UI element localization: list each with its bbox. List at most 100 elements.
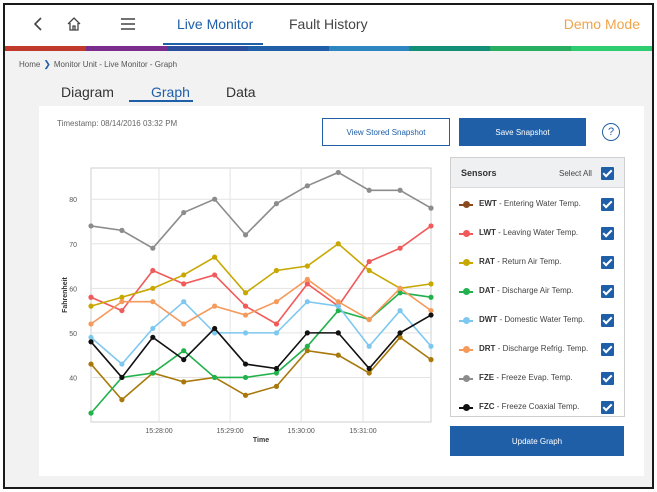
sensor-checkbox[interactable] — [601, 401, 614, 414]
data-point-rat — [304, 263, 310, 269]
data-point-fze — [428, 205, 434, 211]
plot-area — [90, 167, 432, 423]
data-point-rat — [119, 294, 125, 300]
graph-panel: Timestamp: 08/14/2016 03:32 PM View Stor… — [39, 106, 644, 476]
breadcrumb-home[interactable]: Home — [19, 60, 40, 69]
tab-fault-history[interactable]: Fault History — [289, 16, 368, 32]
sensor-checkbox[interactable] — [601, 198, 614, 211]
data-point-fze — [242, 232, 249, 238]
data-point-dwt — [428, 343, 434, 349]
help-icon[interactable]: ? — [602, 123, 620, 141]
data-point-dat — [88, 410, 94, 416]
app-window: Live Monitor Fault History Demo Mode Hom… — [3, 3, 654, 489]
sensor-label: LWT - Leaving Water Temp. — [479, 228, 579, 237]
subtab-diagram[interactable]: Diagram — [61, 84, 114, 100]
active-subtab-indicator — [129, 100, 193, 102]
sensor-checkbox[interactable] — [601, 343, 614, 356]
data-point-ewt — [428, 357, 434, 363]
data-point-drt — [397, 285, 403, 291]
data-point-fze — [366, 187, 372, 193]
sensor-row-rat[interactable]: RAT - Return Air Temp. — [451, 249, 624, 275]
data-point-rat — [150, 285, 156, 291]
sensors-panel: Sensors Select All EWT - Entering Water … — [450, 157, 625, 417]
sensor-label: DRT - Discharge Refrig. Temp. — [479, 344, 589, 353]
sensor-row-dwt[interactable]: DWT - Domestic Water Temp. — [451, 307, 624, 333]
data-point-dat — [273, 370, 280, 376]
hamburger-menu-icon[interactable] — [117, 13, 139, 35]
data-point-ewt — [335, 352, 341, 358]
data-point-fzc — [242, 361, 249, 367]
sensor-label: RAT - Return Air Temp. — [479, 257, 562, 266]
sensor-checkbox[interactable] — [601, 256, 614, 269]
data-point-rat — [366, 267, 372, 274]
data-point-drt — [428, 307, 434, 314]
sensor-row-dat[interactable]: DAT - Discharge Air Temp. — [451, 278, 624, 304]
subtab-data[interactable]: Data — [226, 84, 256, 100]
sensor-checkbox[interactable] — [601, 372, 614, 385]
sensor-checkbox[interactable] — [601, 285, 614, 298]
x-tick-label: 15:30:00 — [288, 428, 315, 435]
save-snapshot-button[interactable]: Save Snapshot — [459, 118, 586, 146]
data-point-fzc — [150, 334, 156, 340]
view-stored-snapshot-button[interactable]: View Stored Snapshot — [322, 118, 450, 146]
series-dot-swatch — [463, 317, 470, 324]
sensors-header: Sensors Select All — [451, 158, 624, 188]
sensor-row-ewt[interactable]: EWT - Entering Water Temp. — [451, 191, 624, 217]
timestamp: Timestamp: 08/14/2016 03:32 PM — [57, 119, 178, 128]
sensor-checkbox[interactable] — [601, 314, 614, 327]
data-point-fze — [181, 209, 187, 216]
data-point-lwt — [88, 294, 94, 300]
data-point-fzc — [88, 339, 94, 345]
main-content: Home ❯ Monitor Unit - Live Monitor - Gra… — [5, 51, 652, 487]
sensor-label: DWT - Domestic Water Temp. — [479, 315, 585, 324]
series-dot-swatch — [463, 375, 470, 382]
tab-live-monitor[interactable]: Live Monitor — [177, 16, 253, 32]
chevron-right-icon: ❯ — [43, 59, 51, 69]
x-tick-label: 15:28:00 — [145, 428, 172, 435]
data-point-rat — [212, 254, 218, 260]
sensor-checkbox[interactable] — [601, 227, 614, 240]
y-axis-label: Fahrenheit — [62, 276, 69, 312]
data-point-fze — [150, 245, 156, 251]
data-point-ewt — [181, 379, 187, 385]
data-point-fze — [304, 183, 310, 189]
subtab-graph[interactable]: Graph — [151, 84, 190, 100]
data-point-drt — [273, 299, 280, 305]
data-point-ewt — [366, 370, 372, 376]
sensor-row-fzc[interactable]: FZC - Freeze Coaxial Temp. — [451, 394, 624, 420]
sensor-label: EWT - Entering Water Temp. — [479, 199, 581, 208]
sensor-row-drt[interactable]: DRT - Discharge Refrig. Temp. — [451, 336, 624, 362]
data-point-rat — [181, 272, 187, 278]
data-point-fze — [212, 196, 218, 202]
sensor-label: FZE - Freeze Evap. Temp. — [479, 373, 573, 382]
demo-mode-label[interactable]: Demo Mode — [564, 16, 640, 32]
data-point-dat — [304, 343, 310, 349]
chevron-left-icon[interactable] — [27, 13, 49, 35]
data-point-fzc — [273, 365, 280, 372]
data-point-dwt — [304, 299, 310, 305]
select-all-checkbox[interactable] — [601, 167, 614, 180]
sensor-row-fze[interactable]: FZE - Freeze Evap. Temp. — [451, 365, 624, 391]
sensor-row-lwt[interactable]: LWT - Leaving Water Temp. — [451, 220, 624, 246]
series-dot-swatch — [463, 230, 470, 237]
data-point-dwt — [150, 325, 156, 332]
data-point-drt — [335, 299, 341, 305]
data-point-lwt — [181, 281, 187, 287]
update-graph-button[interactable]: Update Graph — [450, 426, 624, 456]
data-point-fze — [397, 187, 403, 193]
data-point-dat — [242, 374, 249, 381]
sensor-label: FZC - Freeze Coaxial Temp. — [479, 402, 580, 411]
data-point-fzc — [119, 374, 125, 381]
breadcrumb-path: Monitor Unit - Live Monitor - Graph — [53, 60, 178, 69]
y-tick-label: 50 — [69, 331, 77, 338]
select-all-label: Select All — [559, 169, 592, 178]
home-icon[interactable] — [63, 13, 85, 35]
data-point-drt — [181, 321, 187, 327]
data-point-lwt — [304, 281, 310, 287]
x-tick-label: 15:29:00 — [216, 428, 243, 435]
data-point-drt — [242, 312, 249, 318]
data-point-drt — [150, 299, 156, 305]
data-point-fzc — [366, 365, 372, 372]
x-axis-label: Time — [253, 437, 269, 444]
data-point-dwt — [273, 330, 280, 336]
